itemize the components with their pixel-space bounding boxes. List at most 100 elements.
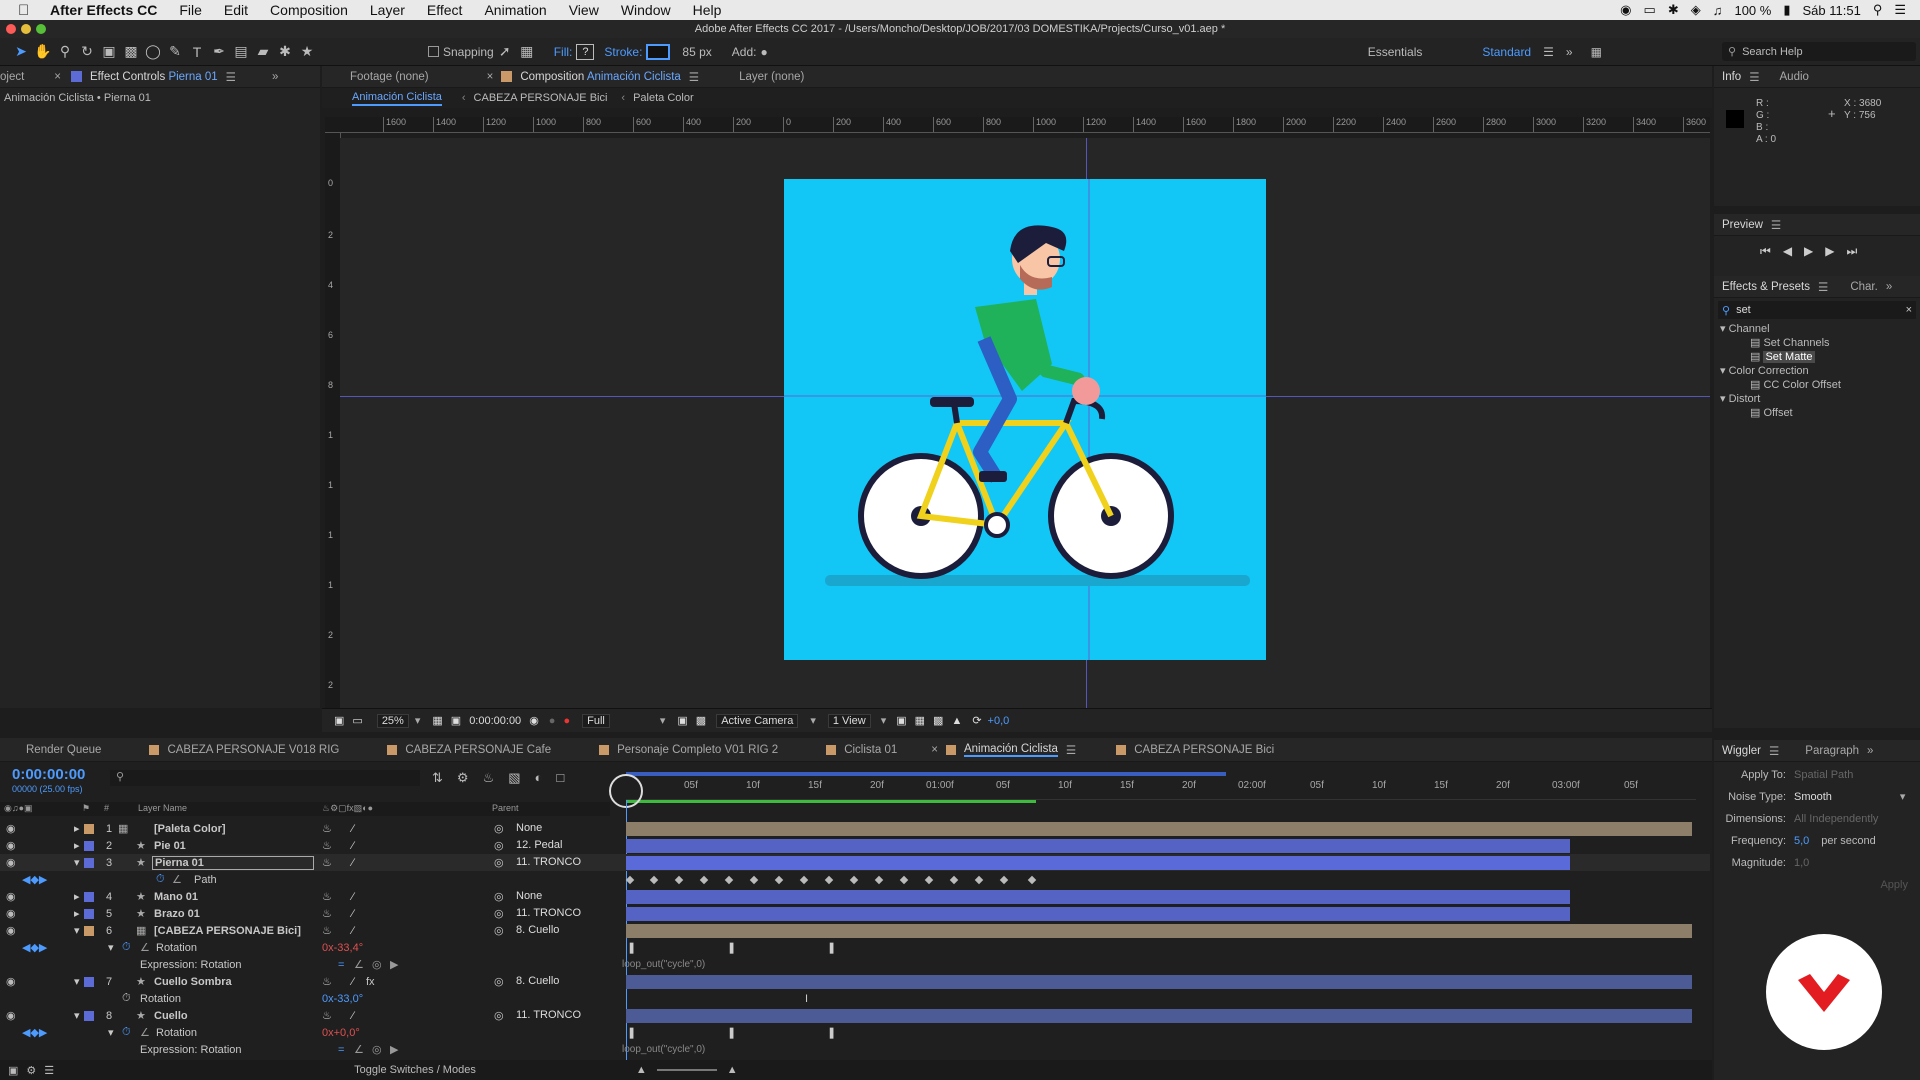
tab-render-queue[interactable]: Render Queue [26,744,101,756]
last-frame-icon[interactable]: ⏭ [1847,244,1858,259]
keyframe[interactable] [899,875,909,885]
rotation-value[interactable]: 0x-33,4° [322,942,363,954]
subtab-animacion-ciclista[interactable]: Animación Ciclista [352,91,442,106]
tab-footage[interactable]: Footage (none) [350,71,429,83]
table-row[interactable]: ◉ ▾ 7 ★ Cuello Sombra ♨ ∕ fx ◎ 8. Cuello [0,973,1710,990]
visibility-eye-icon[interactable]: ◉ [6,924,16,937]
property-name[interactable]: Rotation [156,942,197,954]
keyframe[interactable] [625,875,635,885]
zoom-dropdown[interactable]: 25% [376,713,409,728]
monitor-icon[interactable]: ▭ [352,714,362,727]
subtab-cabeza-personaje[interactable]: CABEZA PERSONAJE Bici [474,92,608,104]
frame-blending-icon[interactable]: ▧ [508,770,520,786]
visibility-eye-icon[interactable]: ◉ [6,822,16,835]
stroke-swatch[interactable] [646,43,671,60]
table-row[interactable]: ⏱ Rotation 0x-33,0° I [0,990,1710,1007]
tab-audio[interactable]: Audio [1780,71,1809,83]
shy-switch-icon[interactable]: ♨ [322,975,332,988]
shy-switch-icon[interactable]: ♨ [322,839,332,852]
quality-switch-icon[interactable]: ∕ [352,925,354,937]
sync-settings-icon[interactable]: ▦ [1591,45,1602,59]
menu-help[interactable]: Help [693,2,722,18]
camera-tool-icon[interactable]: ▣ [98,41,120,63]
next-frame-icon[interactable]: ▶ [1825,244,1834,259]
layer-name[interactable]: Mano 01 [154,891,198,903]
battery-label[interactable]: 100 % [1734,3,1771,18]
menu-view[interactable]: View [569,2,599,18]
keyframe[interactable] [649,875,659,885]
keyframe[interactable] [749,875,759,885]
transfer-controls-icon[interactable]: ⚙ [26,1064,36,1077]
layer-search-input[interactable]: ⚲ [110,770,420,786]
parent-dropdown[interactable]: 11. TRONCO [512,907,598,921]
menu-edit[interactable]: Edit [224,2,248,18]
parent-dropdown[interactable]: 11. TRONCO [512,1009,598,1023]
expand-toggle-icon[interactable]: ▸ [74,890,80,903]
expand-toggle-icon[interactable]: ▾ [74,975,80,988]
camera-snapshot-icon[interactable]: ◉ [529,714,539,727]
layer-name[interactable]: Cuello Sombra [154,976,232,988]
snapping-checkbox[interactable] [428,46,439,57]
apply-to-dropdown[interactable]: Spatial Path [1794,764,1853,786]
workspace-menu-icon[interactable]: ☰ [1543,45,1554,59]
expand-toggle-icon[interactable]: ▾ [108,941,114,954]
keyframe-hold-icon[interactable]: ❚ [827,941,836,954]
spotlight-icon[interactable]: ⚲ [1873,2,1883,18]
layer-name[interactable]: Cuello [154,1010,188,1022]
group-color-correction[interactable]: ▾ Color Correction [1714,364,1920,378]
motion-blur-icon[interactable]: ◐ [535,770,543,786]
keyframe[interactable] [874,875,884,885]
eraser-tool-icon[interactable]: ▰ [252,41,274,63]
workspace-standard[interactable]: Standard [1482,45,1531,59]
close-window-button[interactable] [6,24,16,34]
stopwatch-icon[interactable]: ⏱ [156,873,165,886]
menu-app-name[interactable]: After Effects CC [50,2,157,18]
label-color-swatch[interactable] [84,891,94,902]
layer-name[interactable]: Pie 01 [154,840,186,852]
layer-duration-bar[interactable] [626,889,1570,904]
layer-duration-bar[interactable] [626,1008,1692,1023]
transparency-grid-icon[interactable]: ▩ [696,714,706,727]
quality-switch-icon[interactable]: ∕ [352,840,354,852]
panel-menu-icon[interactable]: ☰ [1818,280,1828,294]
expand-toggle-icon[interactable]: ▾ [74,856,80,869]
tab-animacion-ciclista[interactable]: Animación Ciclista [963,743,1058,757]
layer-duration-bar[interactable] [626,838,1570,853]
quality-switch-icon[interactable]: ∕ [352,976,354,988]
label-color-swatch[interactable] [84,925,94,936]
pen-tool-icon[interactable]: ✎ [164,41,186,63]
workspace-overflow-icon[interactable]: » [1566,45,1573,59]
keyframe-hold-icon[interactable]: ❚ [627,941,636,954]
keyframe[interactable] [949,875,959,885]
region-of-interest-icon[interactable]: ▣ [677,714,687,727]
subtab-paleta-color[interactable]: Paleta Color [633,92,694,104]
zoom-in-icon[interactable]: ▲ [727,1064,738,1076]
label-color-swatch[interactable] [84,908,94,919]
label-color-swatch[interactable] [84,857,94,868]
composition-canvas[interactable] [340,138,1710,708]
apply-button[interactable]: Apply [1714,874,1920,896]
toggle-switches-modes[interactable]: Toggle Switches / Modes [354,1064,476,1076]
menu-layer[interactable]: Layer [370,2,405,18]
effect-set-matte[interactable]: ▤ Set Matte [1714,350,1920,364]
pickwhip-icon[interactable]: ◎ [494,839,504,852]
workspace-essentials[interactable]: Essentials [1368,45,1423,59]
stroke-width[interactable]: 85 px [682,45,711,59]
property-name[interactable]: Rotation [156,1027,197,1039]
frequency-value[interactable]: 5,0 [1794,830,1809,852]
label-color-swatch[interactable] [84,1010,94,1021]
quality-switch-icon[interactable]: ∕ [352,1010,354,1022]
expand-toggle-icon[interactable]: ▸ [74,907,80,920]
time-ruler[interactable]: 05f 10f 15f 20f 01:00f 05f 10f 15f 20f 0… [626,772,1696,803]
add-dropdown-icon[interactable]: ● [760,45,767,59]
panel-overflow-icon[interactable]: » [1886,281,1892,293]
pickwhip-icon[interactable]: ◎ [494,975,504,988]
exposure-value[interactable]: +0,0 [988,715,1010,727]
panel-menu-icon[interactable]: ☰ [226,70,236,84]
layer-name[interactable]: [CABEZA PERSONAJE Bici] [154,925,301,937]
tab-wiggler[interactable]: Wiggler [1722,745,1761,757]
keyframe[interactable] [674,875,684,885]
graph-icon[interactable]: ∠ [354,1043,364,1056]
layer-name[interactable]: [Paleta Color] [154,823,226,835]
stopwatch-icon[interactable]: ⏱ [122,992,131,1005]
